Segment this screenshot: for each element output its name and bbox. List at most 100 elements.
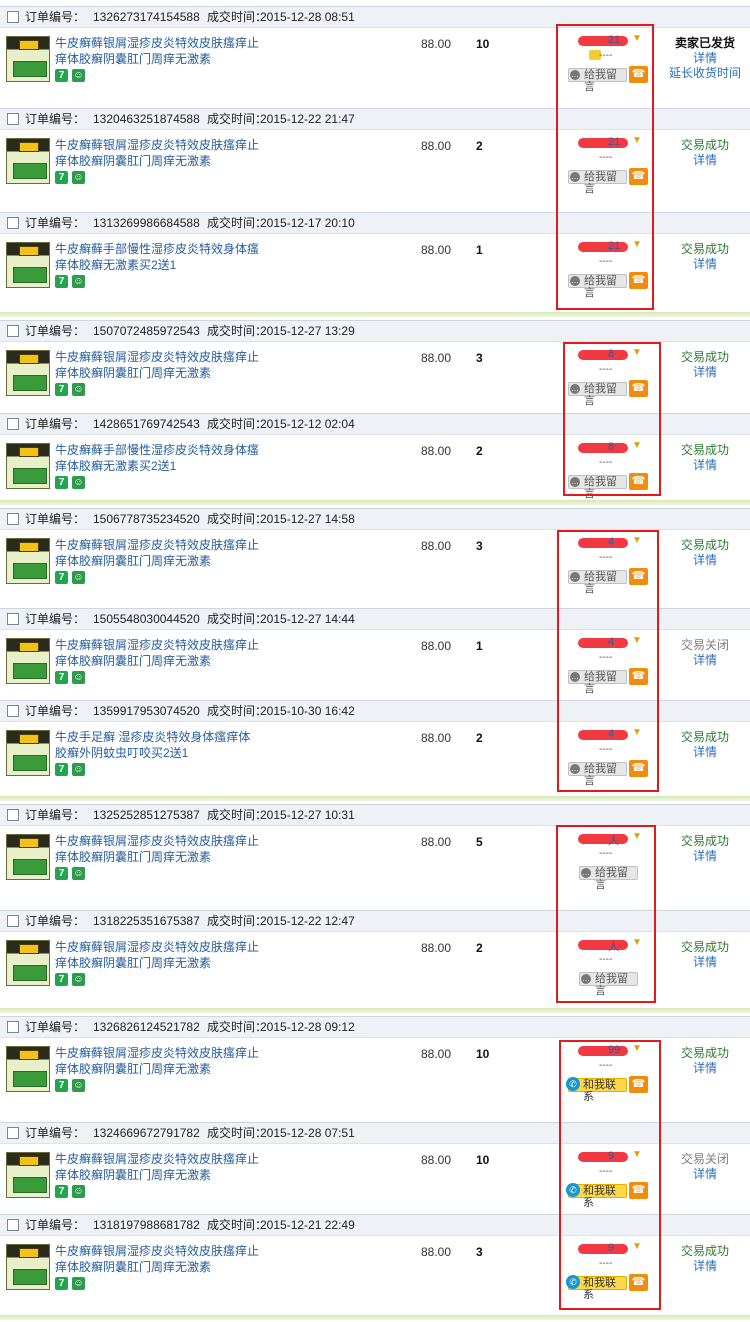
product-title-link[interactable]: 牛皮癣藓手部慢性湿疹皮炎特效身体瘙痒体胶癣无激素买2送1 <box>55 442 260 474</box>
order-checkbox[interactable] <box>7 915 19 927</box>
certified-icon: ☺ <box>72 763 85 776</box>
details-link[interactable]: 详情 <box>665 458 745 473</box>
details-link[interactable]: 详情 <box>665 365 745 380</box>
price: 88.00 <box>421 639 452 653</box>
order-status: 交易成功 详情 <box>665 138 745 168</box>
product-title-link[interactable]: 牛皮癣藓银屑湿疹皮炎特效皮肤瘙痒止痒体胶癣阴囊肛门周痒无激素 <box>55 1151 260 1183</box>
order-number-label: 订单编号： <box>25 1218 86 1232</box>
quantity: 1 <box>476 639 483 653</box>
order-checkbox[interactable] <box>7 1021 19 1033</box>
product-thumbnail[interactable] <box>6 1244 50 1290</box>
product-title-link[interactable]: 牛皮手足癣 湿疹皮炎特效身体瘙痒体胶癣外阴蚊虫叮咬买2送1 <box>55 729 260 761</box>
product-title-link[interactable]: 牛皮癣藓手部慢性湿疹皮炎特效身体瘙痒体胶癣无激素买2送1 <box>55 241 260 273</box>
order-checkbox[interactable] <box>7 1127 19 1139</box>
deal-time-label: 成交时间： <box>207 216 268 230</box>
quantity: 2 <box>476 444 483 458</box>
details-link[interactable]: 详情 <box>665 849 745 864</box>
order-number: 1428651769742543 <box>93 417 200 431</box>
order-checkbox[interactable] <box>7 217 19 229</box>
product-title-link[interactable]: 牛皮癣藓银屑湿疹皮炎特效皮肤瘙痒止痒体胶癣阴囊肛门周痒无激素 <box>55 1243 260 1275</box>
price: 88.00 <box>421 351 452 365</box>
order-number: 1326826124521782 <box>93 1020 200 1034</box>
details-link[interactable]: 详情 <box>665 1061 745 1076</box>
order-checkbox[interactable] <box>7 809 19 821</box>
details-link[interactable]: 详情 <box>665 653 745 668</box>
order-checkbox[interactable] <box>7 11 19 23</box>
product-thumbnail[interactable] <box>6 940 50 986</box>
seven-day-return-icon: 7 <box>55 383 68 396</box>
order-checkbox[interactable] <box>7 325 19 337</box>
order-checkbox[interactable] <box>7 705 19 717</box>
order-checkbox[interactable] <box>7 113 19 125</box>
product-thumbnail[interactable] <box>6 443 50 489</box>
product-title-link[interactable]: 牛皮癣藓银屑湿疹皮炎特效皮肤瘙痒止痒体胶癣阴囊肛门周痒无激素 <box>55 537 260 569</box>
deal-time: 2015-12-28 08:51 <box>260 10 355 24</box>
order-checkbox[interactable] <box>7 613 19 625</box>
details-link[interactable]: 详情 <box>665 553 745 568</box>
deal-time: 2015-12-22 12:47 <box>260 914 355 928</box>
deal-time-label: 成交时间： <box>207 704 268 718</box>
details-link[interactable]: 详情 <box>665 745 745 760</box>
order-status: 交易成功 详情 <box>665 1046 745 1076</box>
price: 88.00 <box>421 1153 452 1167</box>
product-thumbnail[interactable] <box>6 638 50 684</box>
product-title-link[interactable]: 牛皮癣藓银屑湿疹皮炎特效皮肤瘙痒止痒体胶癣阴囊肛门周痒无激素 <box>55 939 260 971</box>
extend-receipt-link[interactable]: 延长收货时间 <box>665 66 745 81</box>
seven-day-return-icon: 7 <box>55 275 68 288</box>
details-link[interactable]: 详情 <box>665 1167 745 1182</box>
product-thumbnail[interactable] <box>6 36 50 82</box>
details-link[interactable]: 详情 <box>665 1259 745 1274</box>
details-link[interactable]: 详情 <box>665 51 745 66</box>
order-checkbox[interactable] <box>7 513 19 525</box>
details-link[interactable]: 详情 <box>665 153 745 168</box>
product-thumbnail[interactable] <box>6 350 50 396</box>
product-title-link[interactable]: 牛皮癣藓银屑湿疹皮炎特效皮肤瘙痒止痒体胶癣阴囊肛门周痒无激素 <box>55 1045 260 1077</box>
order-status: 交易成功 详情 <box>665 443 745 473</box>
product-thumbnail[interactable] <box>6 538 50 584</box>
product-title-link[interactable]: 牛皮癣藓银屑湿疹皮炎特效皮肤瘙痒止痒体胶癣阴囊肛门周痒无激素 <box>55 833 260 865</box>
product-thumbnail[interactable] <box>6 138 50 184</box>
product-title-link[interactable]: 牛皮癣藓银屑湿疹皮炎特效皮肤瘙痒止痒体胶癣阴囊肛门周痒无激素 <box>55 349 260 381</box>
product-title-link[interactable]: 牛皮癣藓银屑湿疹皮炎特效皮肤瘙痒止痒体胶癣阴囊肛门周痒无激素 <box>55 35 260 67</box>
order-number: 1505548030044520 <box>93 612 200 626</box>
deal-time-label: 成交时间： <box>207 10 268 24</box>
order-number: 1313269986684588 <box>93 216 200 230</box>
quantity: 3 <box>476 351 483 365</box>
deal-time-label: 成交时间： <box>207 612 268 626</box>
order-checkbox[interactable] <box>7 1219 19 1231</box>
order-header: 订单编号： 1325252851275387 成交时间： 2015-12-27 10:… <box>0 804 750 826</box>
product-thumbnail[interactable] <box>6 1152 50 1198</box>
order-number-label: 订单编号： <box>25 10 86 24</box>
deal-time: 2015-12-21 22:49 <box>260 1218 355 1232</box>
deal-time-label: 成交时间： <box>207 1126 268 1140</box>
quantity: 1 <box>476 243 483 257</box>
product-thumbnail[interactable] <box>6 1046 50 1092</box>
deal-time: 2015-10-30 16:42 <box>260 704 355 718</box>
order-list-page: { "labels":{"order_no":"订单编号：","deal_tim… <box>0 0 750 1322</box>
order-number-label: 订单编号： <box>25 808 86 822</box>
details-link[interactable]: 详情 <box>665 257 745 272</box>
order-status: 交易成功 详情 <box>665 834 745 864</box>
status-text: 交易成功 <box>680 242 729 256</box>
quantity: 5 <box>476 835 483 849</box>
certified-icon: ☺ <box>72 867 85 880</box>
product-title-link[interactable]: 牛皮癣藓银屑湿疹皮炎特效皮肤瘙痒止痒体胶癣阴囊肛门周痒无激素 <box>55 637 260 669</box>
quantity: 2 <box>476 731 483 745</box>
order-number: 1318197988681782 <box>93 1218 200 1232</box>
quantity: 10 <box>476 37 490 51</box>
details-link[interactable]: 详情 <box>665 955 745 970</box>
order-number: 1318225351675387 <box>93 914 200 928</box>
certified-icon: ☺ <box>72 571 85 584</box>
group-separator <box>0 500 750 505</box>
order-status: 交易成功 详情 <box>665 242 745 272</box>
status-text: 交易成功 <box>680 138 729 152</box>
deal-time-label: 成交时间： <box>207 112 268 126</box>
price: 88.00 <box>421 444 452 458</box>
product-title-link[interactable]: 牛皮癣藓银屑湿疹皮炎特效皮肤瘙痒止痒体胶癣阴囊肛门周痒无激素 <box>55 137 260 169</box>
order-checkbox[interactable] <box>7 418 19 430</box>
deal-time: 2015-12-27 14:58 <box>260 512 355 526</box>
product-thumbnail[interactable] <box>6 730 50 776</box>
product-thumbnail[interactable] <box>6 834 50 880</box>
product-thumbnail[interactable] <box>6 242 50 288</box>
quantity: 2 <box>476 941 483 955</box>
